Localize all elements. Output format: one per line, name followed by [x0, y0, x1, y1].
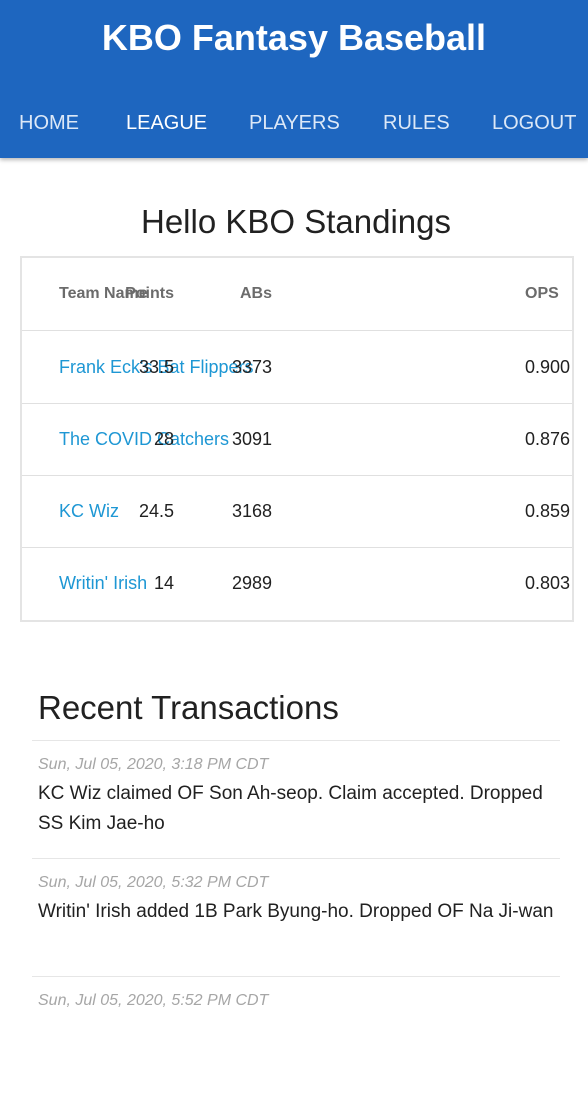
- list-item: Sun, Jul 05, 2020, 5:52 PM CDT: [32, 976, 560, 1094]
- nav-rules[interactable]: RULES: [383, 109, 450, 137]
- transaction-timestamp: Sun, Jul 05, 2020, 3:18 PM CDT: [38, 756, 269, 773]
- team-link[interactable]: The COVID Catchers: [59, 403, 229, 475]
- table-row: Writin' Irish 14 2989 0.803: [22, 547, 572, 619]
- page-title: Hello KBO Standings: [140, 203, 451, 240]
- points-cell: 28: [153, 429, 174, 449]
- table-row: KC Wiz 24.5 3168 0.859: [22, 475, 572, 548]
- app-header: KBO Fantasy Baseball HOME LEAGUE PLAYERS…: [0, 0, 588, 158]
- points-cell: 14: [153, 573, 174, 593]
- standings-card[interactable]: Team Name Points ABs OPS Frank Eck's Bat…: [20, 256, 574, 622]
- ops-cell: 0.859: [525, 501, 571, 521]
- transaction-text: Writin' Irish added 1B Park Byung-ho. Dr…: [38, 901, 554, 922]
- abs-cell: 2989: [231, 573, 272, 593]
- list-item: Sun, Jul 05, 2020, 3:18 PM CDT KC Wiz cl…: [32, 740, 560, 858]
- column-header-ops[interactable]: OPS: [525, 258, 559, 330]
- points-cell: 33.5: [138, 357, 174, 377]
- transaction-timestamp: Sun, Jul 05, 2020, 5:52 PM CDT: [38, 992, 269, 1009]
- list-item: Sun, Jul 05, 2020, 5:32 PM CDT Writin' I…: [32, 858, 560, 976]
- table-header-row: Team Name Points ABs OPS: [22, 258, 572, 331]
- abs-cell: 3091: [231, 429, 272, 449]
- table-row: The COVID Catchers 28 3091 0.876: [22, 403, 572, 476]
- nav-league[interactable]: LEAGUE: [126, 109, 207, 137]
- transaction-text: KC Wiz claimed OF Son Ah-seop. Claim acc…: [38, 783, 543, 834]
- team-link[interactable]: Writin' Irish: [59, 547, 147, 619]
- table-row: Frank Eck's Bat Flippers 33.5 3373 0.900: [22, 331, 572, 404]
- column-header-points[interactable]: Points: [125, 258, 174, 330]
- ops-cell: 0.803: [525, 573, 571, 593]
- nav-home[interactable]: HOME: [19, 109, 79, 137]
- ops-cell: 0.900: [525, 357, 571, 377]
- abs-cell: 3168: [231, 501, 272, 521]
- app-title: KBO Fantasy Baseball: [101, 17, 487, 58]
- transaction-timestamp: Sun, Jul 05, 2020, 5:32 PM CDT: [38, 874, 269, 891]
- ops-cell: 0.876: [525, 429, 571, 449]
- abs-cell: 3373: [231, 357, 272, 377]
- transactions-list: Sun, Jul 05, 2020, 3:18 PM CDT KC Wiz cl…: [32, 740, 560, 1094]
- team-link[interactable]: KC Wiz: [59, 475, 119, 547]
- points-cell: 24.5: [138, 501, 174, 521]
- nav-players[interactable]: PLAYERS: [249, 109, 340, 137]
- column-header-abs[interactable]: ABs: [240, 258, 272, 330]
- standings-table: Team Name Points ABs OPS Frank Eck's Bat…: [22, 258, 572, 620]
- transactions-title: Recent Transactions: [38, 689, 339, 726]
- nav-logout[interactable]: LOGOUT: [492, 109, 576, 137]
